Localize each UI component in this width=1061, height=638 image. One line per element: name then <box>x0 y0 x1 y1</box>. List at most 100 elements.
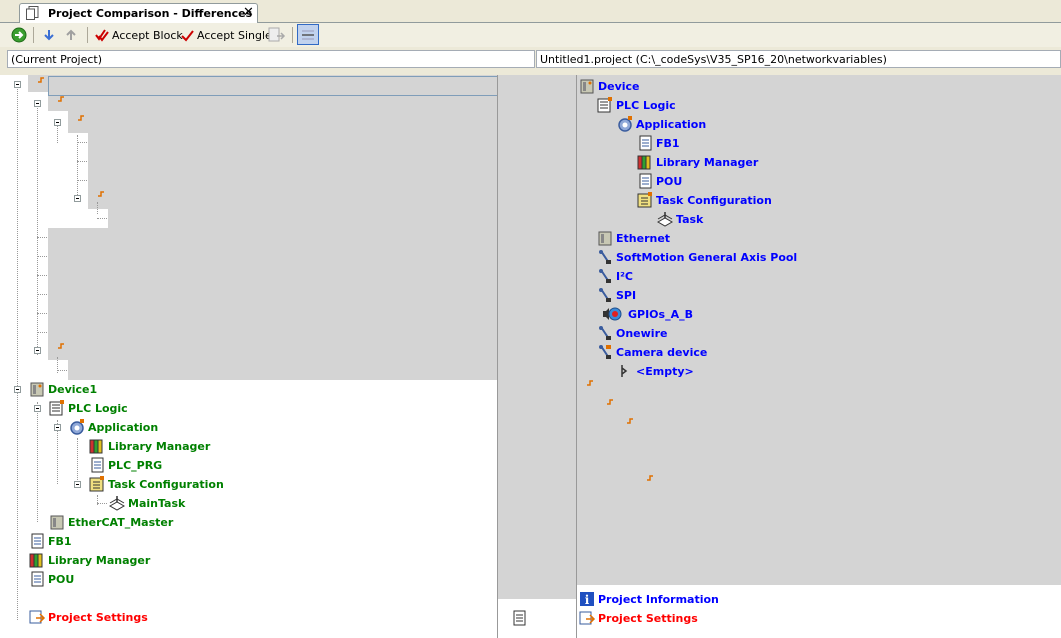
application-gear-icon <box>70 419 84 435</box>
toolbar-separator <box>33 27 34 43</box>
tree-node-fb1[interactable]: FB1 <box>636 134 680 152</box>
tree-node-device1[interactable]: Device1 <box>28 380 97 398</box>
tree-node-application[interactable]: Application <box>616 115 706 133</box>
collapse-toggle[interactable] <box>74 195 81 202</box>
compare-document-icon <box>26 6 39 20</box>
tab-strip: Project Comparison - Differences ✕ <box>0 0 1061 23</box>
document-diff-icon[interactable] <box>513 610 527 626</box>
node-label: PLC_PRG <box>108 458 163 472</box>
node-label: POU <box>656 174 683 188</box>
plc-logic-icon <box>597 97 612 113</box>
node-label: POU <box>48 572 75 586</box>
node-label: Onewire <box>616 326 668 340</box>
accept-single-button[interactable]: Accept Single <box>181 25 272 45</box>
move-down-button[interactable] <box>42 25 56 45</box>
collapse-toggle[interactable] <box>74 481 81 488</box>
placeholder-node-icon <box>627 418 633 424</box>
tree-node-plc-prg[interactable]: PLC_PRG <box>88 456 162 474</box>
tree-node-i2c[interactable]: I²C <box>596 267 633 285</box>
tab-title: Project Comparison - Differences <box>48 7 253 20</box>
selected-row <box>48 76 498 96</box>
node-label: Task Configuration <box>656 193 772 207</box>
next-difference-button[interactable] <box>11 25 27 45</box>
tree-node-plc-logic[interactable]: PLC Logic <box>596 96 676 114</box>
placeholder-node-icon <box>38 77 44 83</box>
document-accept-icon <box>268 27 286 42</box>
node-label: PLC Logic <box>68 401 128 415</box>
pou-icon <box>31 571 44 587</box>
tree-node-camera-device[interactable]: Camera device <box>596 343 707 361</box>
node-label: EtherCAT_Master <box>68 515 174 529</box>
node-label: Device1 <box>48 382 98 396</box>
tree-node-ethernet[interactable]: Ethernet <box>596 229 670 247</box>
node-label: Camera device <box>616 345 708 359</box>
tree-node-softmotion[interactable]: SoftMotion General Axis Pool <box>596 248 797 266</box>
placeholder-node-icon <box>647 475 653 481</box>
tree-node-pou[interactable]: POU <box>636 172 682 190</box>
close-icon[interactable]: ✕ <box>243 5 254 20</box>
tree-node-plc-logic[interactable]: PLC Logic <box>48 399 128 417</box>
tree-node-pou[interactable]: POU <box>28 570 74 588</box>
library-books-icon <box>89 439 103 454</box>
pou-icon <box>639 173 652 189</box>
collapse-toggle[interactable] <box>34 405 41 412</box>
toolbar-separator <box>292 27 293 43</box>
task-configuration-icon <box>637 192 652 208</box>
tree-node-device[interactable]: Device <box>578 77 640 95</box>
collapse-toggle[interactable] <box>34 100 41 107</box>
node-label: <Empty> <box>636 364 694 378</box>
diff-block <box>88 133 498 209</box>
tree-node-project-information[interactable]: i Project Information <box>578 590 719 608</box>
collapse-toggle[interactable] <box>54 119 61 126</box>
tree-node-empty[interactable]: <Empty> <box>616 362 694 380</box>
collapse-toggle[interactable] <box>34 347 41 354</box>
tree-node-library-manager-root[interactable]: Library Manager <box>28 551 150 569</box>
node-label: Project Settings <box>598 611 698 625</box>
arrow-down-icon <box>44 30 54 41</box>
right-project-path: Untitled1.project (C:\_codeSys\V35_SP16_… <box>536 50 1061 68</box>
node-label: PLC Logic <box>616 98 676 112</box>
node-label: MainTask <box>128 496 186 510</box>
tree-node-fb1[interactable]: FB1 <box>28 532 72 550</box>
accept-single-label: Accept Single <box>197 28 272 42</box>
collapse-toggle[interactable] <box>14 386 21 393</box>
device-icon <box>580 79 594 94</box>
tree-node-application[interactable]: Application <box>68 418 158 436</box>
camera-device-icon <box>599 345 611 359</box>
tree-node-task-configuration[interactable]: Task Configuration <box>636 191 772 209</box>
collapse-toggle[interactable] <box>14 81 21 88</box>
function-block-icon <box>31 533 44 549</box>
tree-node-library-manager[interactable]: Library Manager <box>636 153 758 171</box>
placeholder-node-icon <box>607 399 613 405</box>
svg-text:i: i <box>585 593 590 607</box>
tree-node-maintask[interactable]: MainTask <box>108 494 185 512</box>
tree-node-spi[interactable]: SPI <box>596 286 636 304</box>
tree-node-task[interactable]: Task <box>656 210 703 228</box>
double-check-icon <box>95 29 109 42</box>
placeholder-node-icon <box>98 191 104 197</box>
tree-node-task-configuration[interactable]: Task Configuration <box>88 475 224 493</box>
right-tree-pane[interactable]: Device PLC Logic Application FB1 Library… <box>577 75 1061 638</box>
node-label: Library Manager <box>108 439 211 453</box>
bus-connector-icon <box>599 326 611 340</box>
tree-node-onewire[interactable]: Onewire <box>596 324 667 342</box>
tree-node-project-settings[interactable]: Project Settings <box>28 608 148 626</box>
tree-node-ethercat-master[interactable]: EtherCAT_Master <box>48 513 173 531</box>
tree-node-project-settings[interactable]: Project Settings <box>578 609 698 627</box>
tree-node-library-manager[interactable]: Library Manager <box>88 437 210 455</box>
library-books-icon <box>29 553 43 568</box>
diff-gutter <box>498 75 576 638</box>
node-label: Application <box>88 420 159 434</box>
accept-all-button[interactable] <box>268 25 286 45</box>
unfold-toggle-button[interactable] <box>297 24 319 45</box>
tab-project-comparison[interactable]: Project Comparison - Differences ✕ <box>19 3 258 23</box>
node-label: FB1 <box>48 534 72 548</box>
tree-node-gpios[interactable]: GPIOs_A_B <box>596 305 693 323</box>
move-up-button[interactable] <box>64 25 78 45</box>
diff-block <box>108 209 498 228</box>
go-arrow-icon <box>11 27 27 43</box>
left-tree-pane[interactable]: Device1 PLC Logic Application Library Ma… <box>0 75 498 638</box>
accept-block-button[interactable]: Accept Block <box>95 25 183 45</box>
arrow-up-icon <box>66 29 76 40</box>
collapse-toggle[interactable] <box>54 424 61 431</box>
